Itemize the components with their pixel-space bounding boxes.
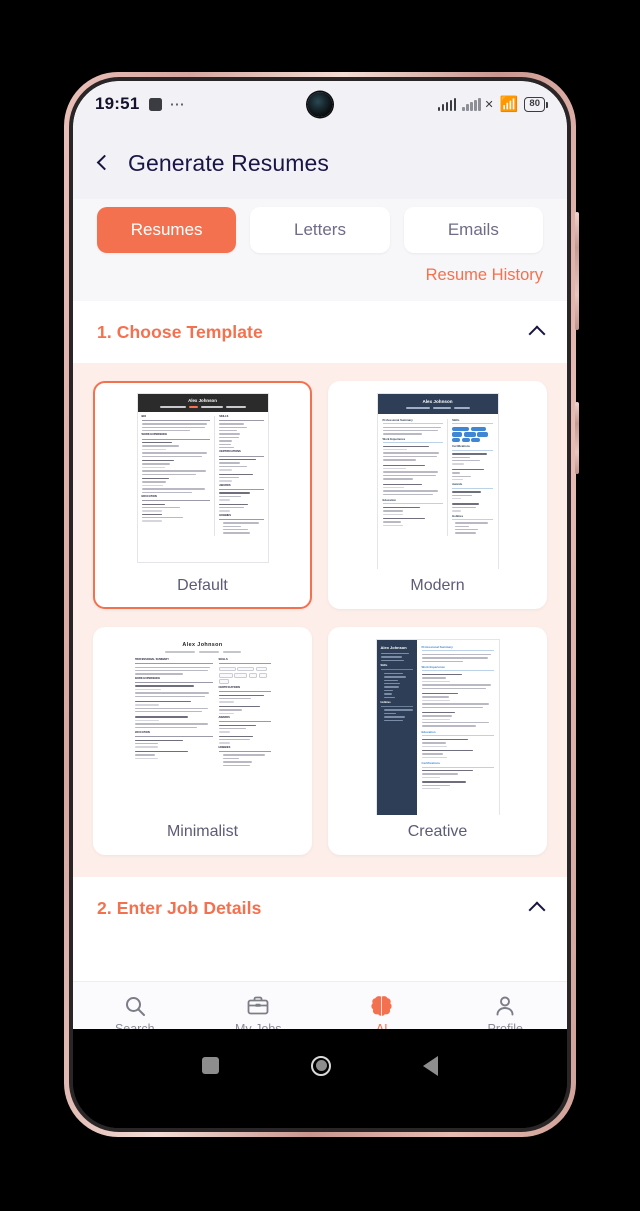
more-dots-icon: ⋯ xyxy=(169,95,186,113)
status-right-icons: ✕ 📶 80 xyxy=(437,95,548,113)
signal-no-service-icon xyxy=(462,97,481,111)
chevron-left-icon[interactable] xyxy=(96,154,113,171)
page-title: Generate Resumes xyxy=(128,149,330,176)
template-preview-modern: Alex Johnson Professional Summary Work E… xyxy=(340,393,535,569)
tab-letters[interactable]: Letters xyxy=(250,207,390,253)
templates-panel: Alex Johnson BIO WORK EXPERIENCE EDUCATI… xyxy=(73,363,567,877)
home-button[interactable] xyxy=(311,1055,331,1076)
status-left-icons: ⋯ xyxy=(149,97,185,112)
status-time: 19:51 xyxy=(95,94,140,113)
tab-row: Resumes Letters Emails xyxy=(97,207,543,253)
battery-level: 80 xyxy=(529,98,540,110)
template-card-minimalist[interactable]: Alex Johnson PROFESSIONAL SUMMARY WORK E… xyxy=(93,627,312,855)
volume-button[interactable] xyxy=(575,212,579,330)
template-card-modern[interactable]: Alex Johnson Professional Summary Work E… xyxy=(328,381,547,609)
template-card-default[interactable]: Alex Johnson BIO WORK EXPERIENCE EDUCATI… xyxy=(93,381,312,609)
template-preview-minimalist: Alex Johnson PROFESSIONAL SUMMARY WORK E… xyxy=(105,639,300,815)
phone-frame: 19:51 ⋯ ✕ 📶 80 Generate Resumes Resumes … xyxy=(64,72,579,1137)
template-preview-creative: Alex Johnson Skills Hobbies Professional… xyxy=(340,639,535,815)
section-choose-template-header[interactable]: 1. Choose Template xyxy=(73,301,567,363)
android-nav-bar xyxy=(73,1029,567,1128)
templates-grid: Alex Johnson BIO WORK EXPERIENCE EDUCATI… xyxy=(93,381,547,855)
template-preview-default: Alex Johnson BIO WORK EXPERIENCE EDUCATI… xyxy=(105,393,300,569)
section-enter-job-details-title: 2. Enter Job Details xyxy=(97,897,262,918)
phone-screen: 19:51 ⋯ ✕ 📶 80 Generate Resumes Resumes … xyxy=(73,81,567,1128)
scroll-body[interactable]: 1. Choose Template Alex Johnson BIO WORK… xyxy=(73,301,567,981)
template-label-minimalist: Minimalist xyxy=(166,823,239,840)
briefcase-icon xyxy=(246,993,270,1019)
template-card-creative[interactable]: Alex Johnson Skills Hobbies Professional… xyxy=(328,627,547,855)
resume-name-modern: Alex Johnson xyxy=(422,399,453,404)
square-icon xyxy=(149,97,163,111)
search-icon xyxy=(123,993,147,1019)
resume-history-link[interactable]: Resume History xyxy=(426,266,543,285)
section-choose-template-title: 1. Choose Template xyxy=(97,321,263,342)
recents-button[interactable] xyxy=(202,1057,219,1074)
battery-icon: 80 xyxy=(524,96,548,112)
template-label-default: Default xyxy=(177,577,228,594)
tabs-strip: Resumes Letters Emails Resume History xyxy=(73,199,567,301)
tab-emails[interactable]: Emails xyxy=(403,207,543,253)
section-enter-job-details-header[interactable]: 2. Enter Job Details xyxy=(73,877,567,939)
resume-name-minimalist: Alex Johnson xyxy=(182,642,223,648)
person-icon xyxy=(493,993,517,1019)
power-button[interactable] xyxy=(575,402,579,474)
resume-name-default: Alex Johnson xyxy=(188,398,217,403)
signal-x-icon: ✕ xyxy=(484,98,494,111)
app-header: Generate Resumes xyxy=(73,127,567,199)
status-bar: 19:51 ⋯ ✕ 📶 80 xyxy=(73,81,567,127)
tab-resumes[interactable]: Resumes xyxy=(97,207,237,253)
back-button[interactable] xyxy=(423,1055,438,1076)
wifi-icon: 📶 xyxy=(499,95,519,113)
brain-icon xyxy=(369,993,394,1019)
template-label-modern: Modern xyxy=(410,577,465,594)
signal-icon xyxy=(437,97,457,111)
template-label-creative: Creative xyxy=(407,823,468,840)
resume-name-creative: Alex Johnson xyxy=(380,645,407,650)
history-row: Resume History xyxy=(97,266,543,285)
camera-punch-hole xyxy=(307,92,333,117)
phone-bezel: 19:51 ⋯ ✕ 📶 80 Generate Resumes Resumes … xyxy=(69,77,571,1132)
app-viewport: 19:51 ⋯ ✕ 📶 80 Generate Resumes Resumes … xyxy=(73,81,567,1047)
chevron-up-icon[interactable] xyxy=(528,901,546,919)
chevron-up-icon[interactable] xyxy=(528,325,546,343)
